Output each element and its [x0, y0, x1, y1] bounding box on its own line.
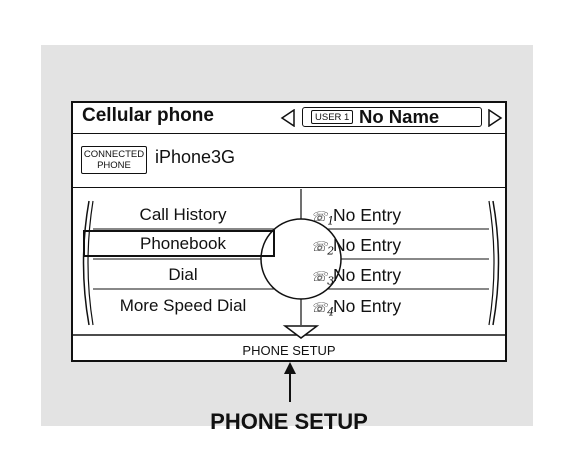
speed-dial-4-icon: ☏4 [311, 301, 335, 319]
speed-dial-2-label: No Entry [333, 235, 402, 255]
speed-dial-entry-2[interactable]: ☏2No Entry [311, 235, 401, 258]
speed-dial-3-icon: ☏3 [311, 270, 335, 288]
menu-item-more-speed-dial[interactable]: More Speed Dial [89, 296, 277, 316]
callout-label: PHONE SETUP [210, 409, 368, 434]
cellular-phone-screen: Cellular phone USER 1 No Name CONNECTED … [71, 101, 507, 362]
menu-item-dial[interactable]: Dial [89, 265, 277, 285]
speed-dial-1-label: No Entry [333, 205, 402, 225]
speed-dial-1-icon: ☏1 [311, 210, 335, 228]
speed-dial-entry-3[interactable]: ☏3No Entry [311, 265, 401, 288]
speed-dial-3-label: No Entry [333, 265, 402, 285]
speed-dial-entry-4[interactable]: ☏4No Entry [311, 296, 401, 319]
phone-setup-button[interactable]: PHONE SETUP [73, 343, 505, 358]
speed-dial-4-label: No Entry [333, 296, 402, 316]
menu-item-phonebook[interactable]: Phonebook [89, 234, 277, 254]
speed-dial-entry-1[interactable]: ☏1No Entry [311, 205, 401, 228]
speed-dial-2-icon: ☏2 [311, 240, 335, 258]
callout-arrow-icon [284, 362, 296, 402]
menu-item-call-history[interactable]: Call History [89, 205, 277, 225]
